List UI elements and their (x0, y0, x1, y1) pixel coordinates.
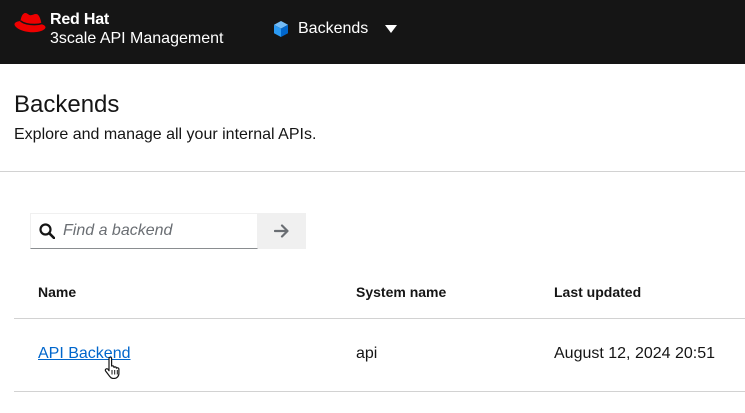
table-row: API Backend api August 12, 2024 20:51 (14, 319, 745, 392)
search-box (30, 213, 258, 249)
search-toolbar (30, 213, 306, 249)
column-header-name[interactable]: Name (38, 284, 76, 300)
arrow-right-icon (274, 224, 289, 238)
cube-icon (274, 21, 288, 37)
page-title: Backends (14, 91, 120, 118)
column-header-last-updated[interactable]: Last updated (554, 284, 641, 300)
backend-system-name: api (356, 345, 378, 362)
search-icon (39, 223, 55, 239)
brand-logo-link[interactable]: Red Hat 3scale API Management (14, 8, 244, 56)
search-input[interactable] (63, 215, 253, 247)
caret-down-icon[interactable] (385, 25, 397, 33)
search-submit-button[interactable] (258, 213, 306, 249)
masthead: Red Hat 3scale API Management Backends (0, 0, 745, 64)
context-label: Backends (298, 20, 369, 37)
column-header-system-name[interactable]: System name (356, 284, 446, 300)
backend-name-link[interactable]: API Backend (38, 345, 131, 363)
red-hat-fedora-icon (14, 13, 46, 33)
page-header: Backends Explore and manage all your int… (0, 64, 745, 172)
backends-table: Name System name Last updated API Backen… (14, 265, 745, 392)
product-name: 3scale API Management (50, 30, 224, 47)
table-header: Name System name Last updated (14, 265, 745, 319)
brand-name: Red Hat (50, 11, 110, 28)
context-selector[interactable]: Backends (272, 17, 402, 43)
page-description: Explore and manage all your internal API… (14, 126, 317, 143)
backend-last-updated: August 12, 2024 20:51 (554, 345, 716, 362)
